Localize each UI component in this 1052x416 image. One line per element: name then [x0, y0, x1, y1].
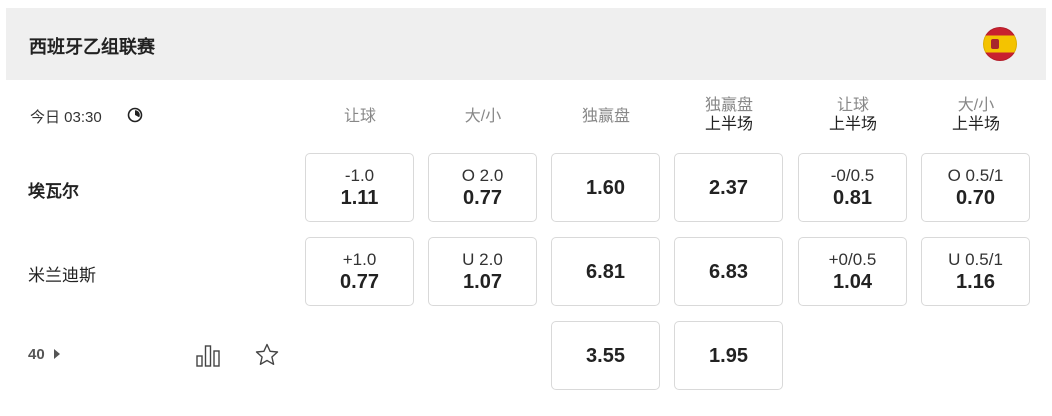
- match-time: 今日 03:30: [30, 109, 102, 126]
- odds-button-home-over[interactable]: O 2.0 0.77: [428, 153, 537, 222]
- odds-button-draw-moneyline[interactable]: 3.55: [551, 321, 660, 390]
- away-team-name: 米兰迪斯: [28, 266, 96, 285]
- col-header-moneyline: 独赢盘: [581, 108, 630, 125]
- odds-button-away-handicap-1h[interactable]: +0/0.5 1.04: [798, 237, 907, 306]
- odds-button-home-handicap[interactable]: -1.0 1.11: [305, 153, 414, 222]
- odds-button-away-moneyline-1h[interactable]: 6.83: [674, 237, 783, 306]
- chevron-right-icon[interactable]: [54, 349, 60, 359]
- odds-button-home-moneyline[interactable]: 1.60: [551, 153, 660, 222]
- bar-chart-icon[interactable]: [194, 342, 222, 368]
- league-header: 西班牙乙组联赛: [6, 8, 1046, 80]
- odds-button-away-moneyline[interactable]: 6.81: [551, 237, 660, 306]
- spain-flag-icon: [983, 27, 1017, 61]
- col-header-moneyline-1h: 独赢盘 上半场: [704, 97, 753, 133]
- league-title: 西班牙乙组联赛: [29, 37, 155, 57]
- clock-icon: [127, 107, 143, 123]
- odds-button-draw-moneyline-1h[interactable]: 1.95: [674, 321, 783, 390]
- home-team-name: 埃瓦尔: [28, 182, 79, 201]
- col-header-handicap: 让球: [343, 108, 376, 125]
- odds-button-home-handicap-1h[interactable]: -0/0.5 0.81: [798, 153, 907, 222]
- col-header-over-under-1h: 大/小 上半场: [951, 97, 1000, 133]
- odds-button-home-over-1h[interactable]: O 0.5/1 0.70: [921, 153, 1030, 222]
- odds-button-home-moneyline-1h[interactable]: 2.37: [674, 153, 783, 222]
- col-header-handicap-1h: 让球 上半场: [828, 97, 877, 133]
- odds-button-away-under-1h[interactable]: U 0.5/1 1.16: [921, 237, 1030, 306]
- star-icon[interactable]: [254, 342, 280, 368]
- odds-button-away-handicap[interactable]: +1.0 0.77: [305, 237, 414, 306]
- odds-button-away-under[interactable]: U 2.0 1.07: [428, 237, 537, 306]
- more-markets-count[interactable]: 40: [28, 346, 45, 363]
- col-header-over-under: 大/小: [464, 108, 502, 125]
